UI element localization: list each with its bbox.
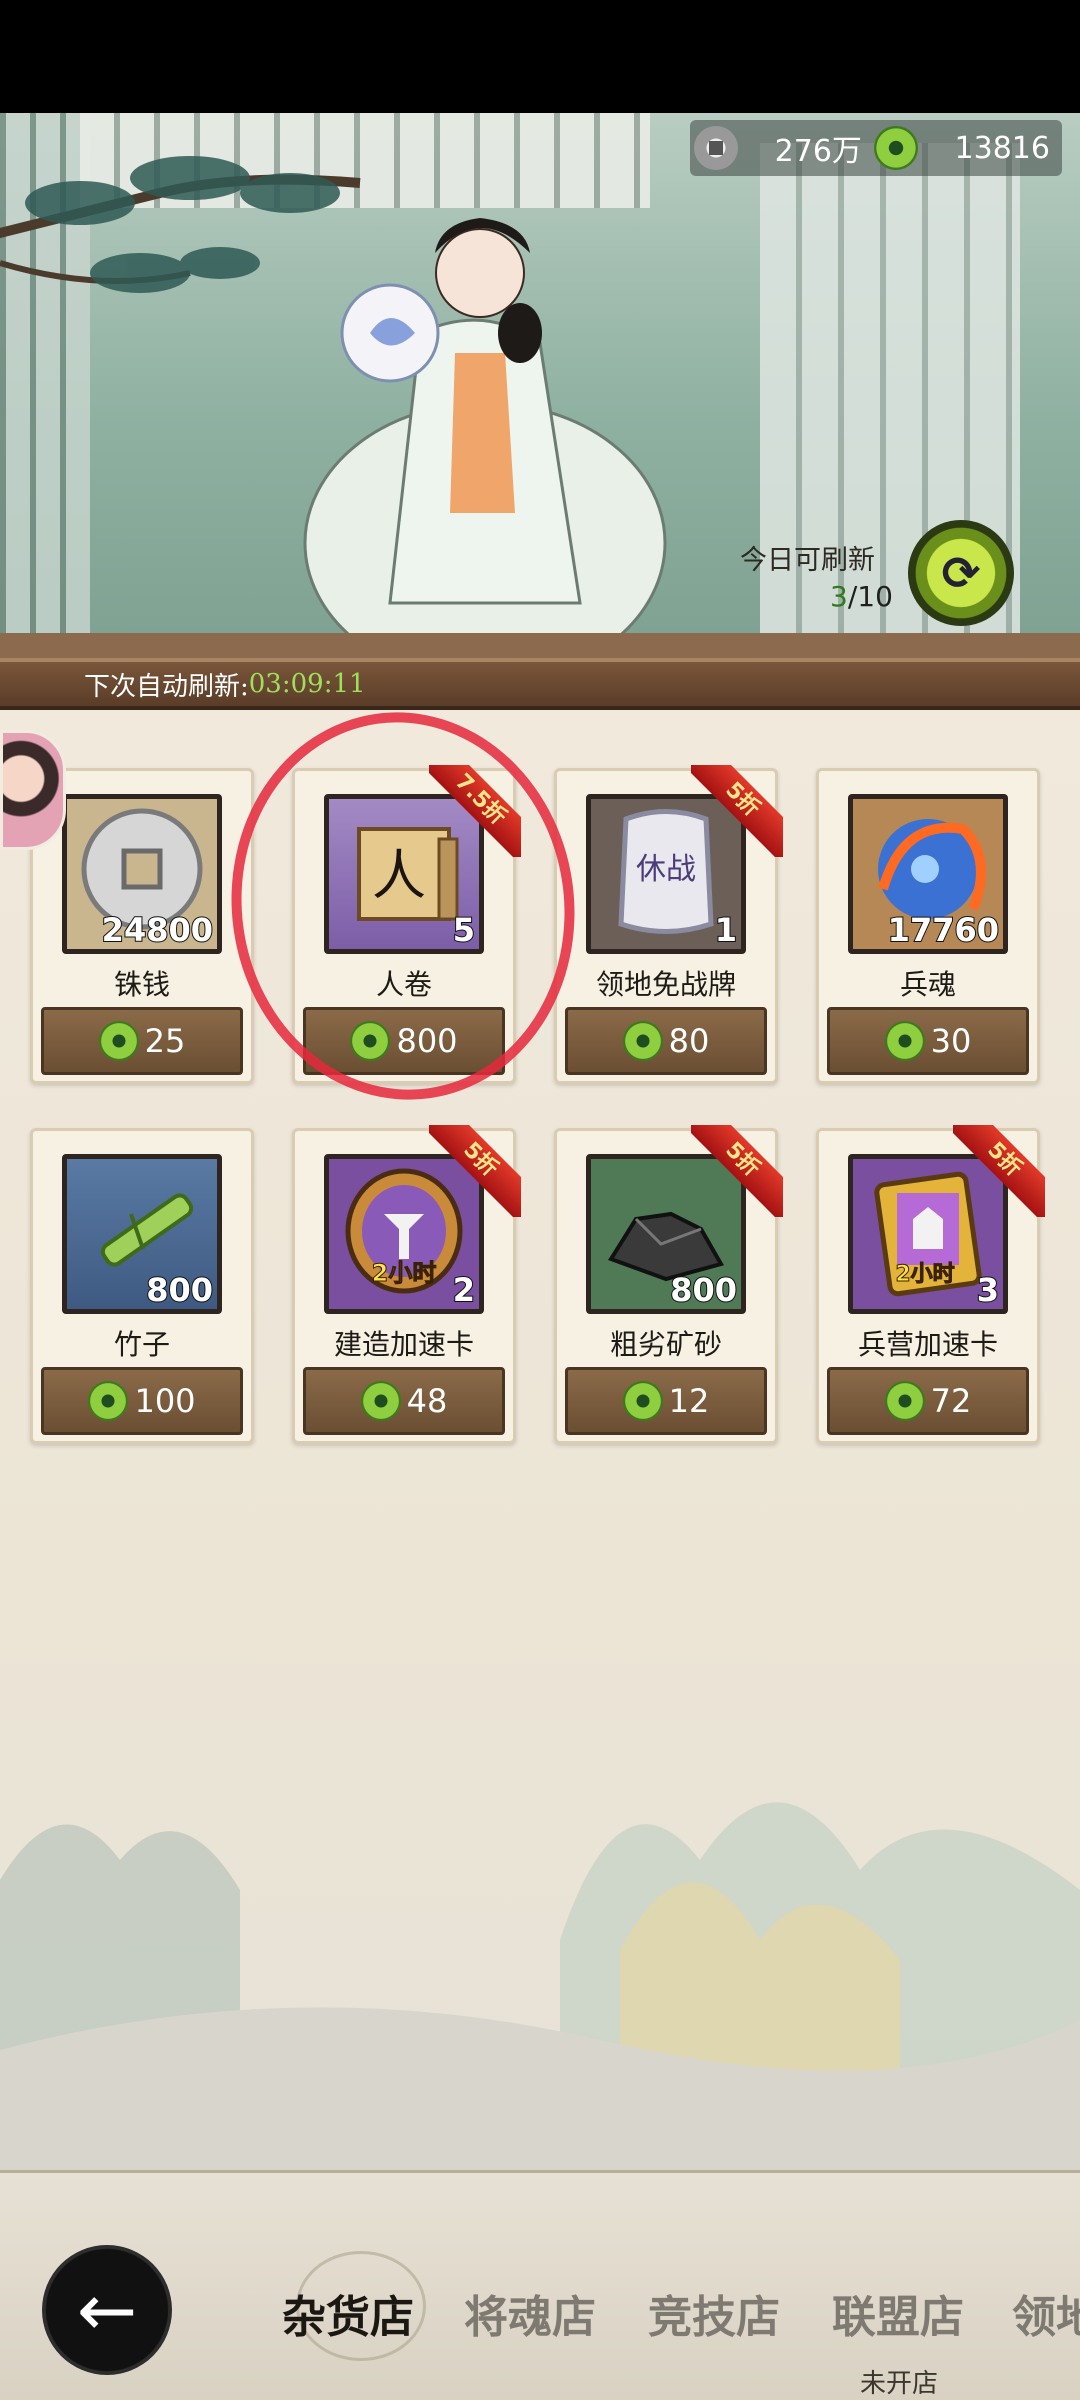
- item-name: 建造加速卡: [333, 1328, 474, 1361]
- item-price: 72: [930, 1382, 972, 1420]
- jade-icon: [360, 1381, 401, 1421]
- mountain-background: [0, 1802, 1080, 2170]
- back-arrow-icon: ←: [76, 2268, 138, 2352]
- shop-item-card[interactable]: 800 竹子 100: [30, 1128, 254, 1444]
- shop-item-card[interactable]: 17760 兵魂 30: [816, 768, 1040, 1084]
- item-price: 12: [668, 1382, 710, 1420]
- buy-button[interactable]: 48: [303, 1367, 505, 1435]
- item-quantity: 5: [452, 910, 476, 949]
- status-bar: [0, 0, 1080, 113]
- tab-arena-store[interactable]: 竞技店: [648, 2281, 780, 2345]
- refresh-panel: 今日可刷新 3/10 ⟳: [740, 520, 1060, 630]
- item-quantity: 800: [669, 1270, 738, 1309]
- item-quantity: 17760: [887, 910, 1000, 949]
- item-name: 铢钱: [113, 968, 170, 1001]
- buy-button[interactable]: 800: [303, 1007, 505, 1075]
- item-name: 领地免战牌: [595, 968, 736, 1001]
- jade-icon: [884, 1021, 925, 1061]
- jade-icon: [622, 1021, 663, 1061]
- item-name: 人卷: [375, 968, 432, 1001]
- item-icon-box: 24800: [62, 794, 222, 954]
- item-quantity: 1: [714, 910, 738, 949]
- character-illustration: [303, 218, 667, 665]
- refresh-label: 今日可刷新: [740, 545, 875, 576]
- refresh-button[interactable]: ⟳: [908, 520, 1014, 626]
- buy-button[interactable]: 100: [41, 1367, 243, 1435]
- build-card-text: 2小时: [372, 1259, 437, 1287]
- item-price: 800: [396, 1022, 458, 1060]
- shop-item-card[interactable]: 休战 1 5折 领地免战牌 80: [554, 765, 783, 1084]
- auto-refresh-timer-bar: 下次自动刷新: 03:09:11: [0, 658, 1080, 710]
- buy-button[interactable]: 72: [827, 1367, 1029, 1435]
- next-refresh-label: 下次自动刷新:: [84, 671, 249, 702]
- tab-alliance-store[interactable]: 联盟店: [832, 2281, 964, 2345]
- buy-button[interactable]: 80: [565, 1007, 767, 1075]
- jade-icon: [88, 1381, 129, 1421]
- jade-icon: [350, 1021, 391, 1061]
- advisor-avatar[interactable]: [0, 730, 66, 850]
- jade-icon: [873, 126, 918, 170]
- item-icon-box: 人 5: [324, 794, 484, 954]
- jade-icon: [622, 1381, 663, 1421]
- shop-item-card[interactable]: 800 5折 粗劣矿砂 12: [554, 1125, 783, 1444]
- item-name: 粗劣矿砂: [609, 1328, 722, 1361]
- tab-general-soul-store[interactable]: 将魂店: [464, 2281, 596, 2345]
- item-icon-box: 800: [586, 1154, 746, 1314]
- tab-territory-store[interactable]: 领地: [1012, 2281, 1080, 2345]
- buy-button[interactable]: 25: [41, 1007, 243, 1075]
- coin-icon: [694, 126, 738, 170]
- shop-item-card[interactable]: 人 5 7.5折 人卷 800: [292, 765, 521, 1084]
- item-quantity: 24800: [101, 910, 214, 949]
- item-quantity: 3: [976, 1270, 1000, 1309]
- refresh-icon: ⟳: [941, 546, 981, 600]
- shop-tab-bar: ← 杂货店 将魂店 竞技店 联盟店 领地 未开店: [0, 2170, 1080, 2400]
- item-price: 48: [406, 1382, 448, 1420]
- jade-amount: 13816: [954, 130, 1050, 166]
- item-quantity: 2: [452, 1270, 476, 1309]
- jade-icon: [98, 1021, 139, 1061]
- item-price: 30: [930, 1022, 972, 1060]
- item-icon-box: 2小时 2: [324, 1154, 484, 1314]
- refresh-used: 3: [830, 580, 848, 613]
- item-icon-box: 800: [62, 1154, 222, 1314]
- refresh-count: 3/10: [830, 580, 893, 613]
- item-price: 25: [144, 1022, 186, 1060]
- item-quantity: 800: [145, 1270, 214, 1309]
- barracks-card-text: 2小时: [895, 1262, 954, 1287]
- item-name: 兵营加速卡: [857, 1328, 998, 1361]
- next-refresh-time: 03:09:11: [248, 669, 366, 699]
- jade-icon: [884, 1381, 925, 1421]
- scroll-char: 人: [372, 844, 426, 907]
- shop-item-card[interactable]: 2小时 2 5折 建造加速卡 48: [292, 1125, 521, 1444]
- store-closed-note: 未开店: [860, 2369, 939, 2399]
- tab-general-store[interactable]: 杂货店: [282, 2281, 414, 2345]
- item-price: 80: [668, 1022, 710, 1060]
- item-icon-box: 17760: [848, 794, 1008, 954]
- buy-button[interactable]: 30: [827, 1007, 1029, 1075]
- buy-button[interactable]: 12: [565, 1367, 767, 1435]
- back-button[interactable]: ←: [42, 2245, 172, 2375]
- currency-bar: 276万 13816: [690, 120, 1062, 176]
- item-icon-box: 休战 1: [586, 794, 746, 954]
- item-icon-box: 2小时 3: [848, 1154, 1008, 1314]
- item-name: 兵魂: [899, 968, 956, 1001]
- refresh-total: /10: [847, 580, 893, 613]
- coin-amount: 276万: [774, 134, 862, 169]
- item-price: 100: [134, 1382, 196, 1420]
- token-chars: 休战: [636, 852, 696, 887]
- shop-item-card[interactable]: 2小时 3 5折 兵营加速卡 72: [816, 1125, 1045, 1444]
- item-name: 竹子: [113, 1328, 170, 1361]
